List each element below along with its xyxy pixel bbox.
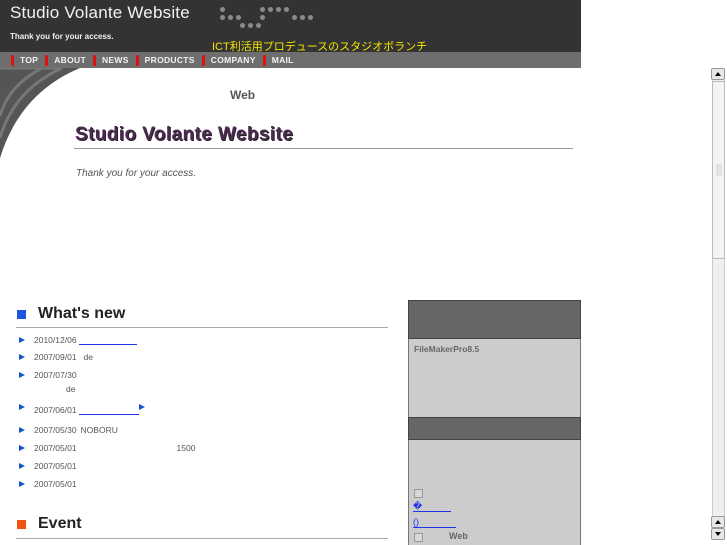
nav-company[interactable]: COMPANY bbox=[211, 55, 256, 65]
scrollbar-thumb[interactable] bbox=[712, 81, 725, 259]
nav-top[interactable]: TOP bbox=[20, 55, 38, 65]
site-header: Studio Volante Website Thank you for you… bbox=[0, 0, 581, 53]
whats-new-heading: What's new bbox=[17, 305, 125, 323]
site-subtitle: Thank you for your access. bbox=[10, 32, 114, 41]
news-text: de bbox=[66, 384, 76, 394]
main-nav: TOP ABOUT NEWS PRODUCTS COMPANY MAIL bbox=[0, 52, 581, 68]
news-text: de bbox=[83, 351, 94, 362]
sidebar-header-2 bbox=[408, 417, 581, 440]
bullet-triangle-icon bbox=[19, 404, 25, 410]
news-date: 2007/05/30 bbox=[34, 424, 77, 435]
sidebar-header bbox=[408, 300, 581, 339]
decorative-arc bbox=[0, 68, 80, 158]
site-title: Studio Volante Website bbox=[10, 3, 190, 22]
bullet-triangle-icon bbox=[19, 480, 25, 487]
arrow-down-icon bbox=[715, 532, 721, 536]
news-item: 2007/06/01 bbox=[19, 404, 154, 415]
nav-separator bbox=[201, 54, 205, 66]
news-item: 2010/12/06 bbox=[19, 334, 137, 345]
sidebar: FileMakerPro8.5 � () Web bbox=[408, 300, 581, 545]
section-divider bbox=[16, 538, 388, 539]
hero-caption: Web bbox=[230, 88, 256, 102]
news-date: 2007/06/01 bbox=[34, 404, 77, 415]
section-divider bbox=[16, 327, 388, 328]
nav-news[interactable]: NEWS bbox=[102, 55, 129, 65]
news-link[interactable] bbox=[78, 335, 137, 345]
orange-square-icon bbox=[17, 519, 26, 529]
blue-square-icon bbox=[17, 309, 26, 319]
news-text: 1500 bbox=[176, 442, 196, 453]
whats-new-title: What's new bbox=[38, 305, 126, 322]
news-date: 2007/05/01 bbox=[34, 460, 77, 471]
bullet-triangle-icon bbox=[19, 444, 25, 451]
product-text: FileMakerPro8.5 bbox=[414, 344, 480, 354]
arrow-up-icon bbox=[715, 520, 721, 524]
news-item: 2007/07/30 bbox=[19, 369, 77, 380]
news-text: NOBORU bbox=[80, 424, 118, 435]
news-date: 2007/05/01 bbox=[34, 478, 77, 489]
nav-separator bbox=[262, 54, 266, 66]
news-item: 2007/09/01 de bbox=[19, 351, 93, 362]
sidebar-link[interactable]: () bbox=[413, 517, 456, 528]
news-date: 2007/05/01 bbox=[34, 442, 77, 453]
news-item: 2007/05/01 bbox=[19, 460, 77, 471]
bullet-triangle-icon bbox=[19, 426, 25, 433]
news-date: 2010/12/06 bbox=[34, 334, 77, 345]
checkbox[interactable] bbox=[414, 489, 423, 498]
nav-separator bbox=[135, 54, 139, 66]
sidebar-link[interactable]: � bbox=[413, 501, 451, 512]
news-date: 2007/09/01 bbox=[34, 351, 77, 362]
news-item: 2007/05/30 NOBORU bbox=[19, 424, 118, 435]
bullet-triangle-icon bbox=[19, 462, 25, 469]
scroll-up-button[interactable] bbox=[711, 68, 725, 80]
nav-separator bbox=[45, 54, 49, 66]
arrow-up-icon bbox=[715, 72, 721, 76]
web-label: Web bbox=[449, 531, 468, 541]
bullet-triangle-icon bbox=[19, 336, 25, 343]
nav-mail[interactable]: MAIL bbox=[272, 55, 294, 65]
checkbox[interactable] bbox=[414, 533, 423, 542]
news-item: 2007/05/01 bbox=[19, 478, 77, 489]
nav-separator bbox=[92, 54, 96, 66]
bullet-triangle-icon bbox=[19, 371, 25, 378]
scroll-down-button[interactable] bbox=[711, 528, 725, 540]
event-title: Event bbox=[38, 515, 82, 532]
website: Studio Volante Website Thank you for you… bbox=[0, 0, 581, 545]
title-divider bbox=[74, 148, 573, 149]
sidebar-product-panel: FileMakerPro8.5 bbox=[408, 339, 581, 417]
tagline: Thank you for your access. bbox=[76, 168, 197, 179]
link-arrow-icon bbox=[138, 404, 145, 410]
vertical-scrollbar[interactable] bbox=[711, 68, 726, 545]
news-date: 2007/07/30 bbox=[34, 369, 77, 380]
nav-about[interactable]: ABOUT bbox=[54, 55, 86, 65]
news-link[interactable] bbox=[78, 405, 139, 415]
news-item: 2007/05/01 1500 bbox=[19, 442, 195, 453]
page-title: Studio Volante Website bbox=[75, 124, 294, 145]
scroll-up-button-bottom[interactable] bbox=[711, 516, 725, 528]
bullet-triangle-icon bbox=[19, 353, 25, 360]
nav-products[interactable]: PRODUCTS bbox=[145, 55, 195, 65]
nav-separator bbox=[11, 54, 14, 66]
sidebar-links-panel: � () Web bbox=[408, 440, 581, 545]
grip-icon bbox=[716, 164, 722, 176]
event-heading: Event bbox=[17, 515, 82, 533]
